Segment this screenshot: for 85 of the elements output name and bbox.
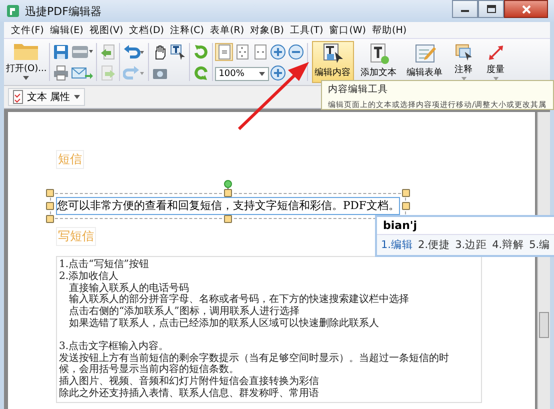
- page-arrow-icon: [100, 64, 116, 80]
- maximize-icon: [486, 5, 496, 13]
- rotate-icon: [192, 44, 209, 60]
- text-cursor-icon: [322, 43, 344, 65]
- text-line: 1.点击“写短信”按钮: [59, 259, 150, 270]
- page-arrow-icon: [100, 44, 116, 60]
- text-properties-button[interactable]: 文本 属性: [8, 88, 86, 106]
- caret-icon: [74, 95, 80, 99]
- zoom-in-button[interactable]: [268, 64, 287, 80]
- close-button[interactable]: [504, 0, 548, 18]
- text-line: 除此之外还支持插入表情、联系人信息、群发称呼、常用语: [59, 388, 320, 400]
- menu-item[interactable]: 视图(V): [86, 24, 126, 36]
- ime-candidate[interactable]: 4.辩解: [492, 238, 524, 252]
- app-logo-icon: [6, 4, 20, 18]
- close-icon: [522, 4, 530, 14]
- scanner-icon: [70, 44, 93, 60]
- menu-item[interactable]: 编辑(E): [46, 24, 86, 36]
- rotate-icon: [192, 64, 209, 80]
- maximize-button[interactable]: [478, 0, 504, 18]
- page-arrow-button[interactable]: [98, 44, 117, 60]
- open-button[interactable]: 打开(O)...: [6, 41, 47, 83]
- folder-icon: [13, 41, 40, 61]
- zoom-in-button[interactable]: [268, 44, 287, 60]
- minimize-button[interactable]: [452, 0, 478, 18]
- text-line: 2.添加收信人: [59, 270, 120, 282]
- menu-item[interactable]: 对象(B): [247, 24, 287, 36]
- ime-candidate[interactable]: 1.编辑: [381, 238, 414, 252]
- selected-text-box[interactable]: 您可以非常方便的查看和回复短信，支持文字短信和彩信。PDF文档。: [56, 197, 400, 215]
- checklist-icon: [13, 90, 23, 104]
- scanner-button[interactable]: [70, 44, 94, 60]
- menu-item[interactable]: 帮助(H): [369, 24, 410, 36]
- zoom-out-icon: [288, 44, 304, 60]
- menu-item[interactable]: 文档(D): [126, 24, 167, 36]
- scrollbar-thumb[interactable]: [539, 312, 549, 338]
- rotate-button[interactable]: [192, 64, 210, 80]
- printer-icon: [52, 64, 69, 80]
- text-line: 候，会用括号显示当前内容的短信条数。: [59, 364, 240, 376]
- save-icon: [52, 44, 69, 60]
- text-line: 输入联系人的部分拼音字母、名称或者号码，在下方的快速搜索建议栏中选择: [68, 294, 410, 306]
- text-line: 直接输入联系人的电话号码: [68, 282, 190, 294]
- envelope-icon: [70, 64, 93, 80]
- menu-item[interactable]: 窗口(W): [326, 24, 369, 36]
- caret-icon: [23, 76, 30, 80]
- tooltip-title: 内容编辑工具: [328, 83, 389, 96]
- section-heading: 短信: [56, 150, 84, 169]
- undo-button[interactable]: [122, 44, 146, 60]
- fit-page-icon: [234, 44, 250, 60]
- menu-item[interactable]: 注释(C): [166, 24, 208, 36]
- rotate-button[interactable]: [192, 44, 210, 60]
- menu-item[interactable]: 工具(T): [286, 24, 326, 36]
- zoom-in-icon: [270, 44, 286, 60]
- resize-handle[interactable]: [224, 189, 232, 197]
- text-line: 点击右侧的“添加联系人”图标，调用联系人进行选择: [68, 306, 300, 318]
- text-line: 3.点击文字框输入内容。: [59, 340, 170, 352]
- menu-item[interactable]: 表单(R): [207, 24, 248, 36]
- text-select-icon: [170, 44, 186, 60]
- add-text-icon: [368, 43, 390, 65]
- text-select-button[interactable]: [168, 44, 187, 60]
- ime-composition-text: bian'j: [377, 217, 554, 235]
- undo-icon: [122, 44, 145, 60]
- envelope-button[interactable]: [70, 64, 94, 80]
- caret-icon: [258, 72, 265, 76]
- menu-item[interactable]: 文件(F): [8, 24, 47, 36]
- zoom-out-button[interactable]: [286, 44, 305, 60]
- printer-button[interactable]: [52, 64, 70, 80]
- fit-width-icon: [252, 44, 268, 60]
- page-icon: [216, 44, 232, 60]
- redo-icon: [122, 64, 145, 80]
- text-line: 插入图片、视频、音频和幻灯片附件短信会直接转换为彩信: [59, 376, 320, 388]
- save-button[interactable]: [52, 44, 70, 60]
- rotation-handle-icon[interactable]: [224, 180, 232, 190]
- text-line: 发送按钮上方有当前短信的剩余字数提示（当有足够空间时显示）。当超过一条短信的时: [59, 352, 450, 364]
- tool-button[interactable]: 度量: [482, 41, 510, 83]
- ime-candidate[interactable]: 5.编: [529, 238, 550, 252]
- zoom-field[interactable]: 100%: [214, 67, 269, 81]
- tool-button[interactable]: 编辑内容: [312, 41, 354, 83]
- resize-handle[interactable]: [224, 215, 232, 223]
- zoom-in-icon: [270, 64, 286, 80]
- page-button[interactable]: [214, 43, 233, 61]
- ime-candidate[interactable]: 2.便捷: [418, 238, 450, 252]
- section-heading: 写短信: [56, 227, 96, 246]
- text-line: 如果选错了联系人，点击已经添加的联系人区域可以快速删除此联系人: [68, 318, 380, 330]
- form-pencil-icon: [414, 43, 436, 65]
- ime-candidate[interactable]: 3.边距: [455, 238, 488, 252]
- window-title: 迅捷PDF编辑器: [25, 4, 102, 18]
